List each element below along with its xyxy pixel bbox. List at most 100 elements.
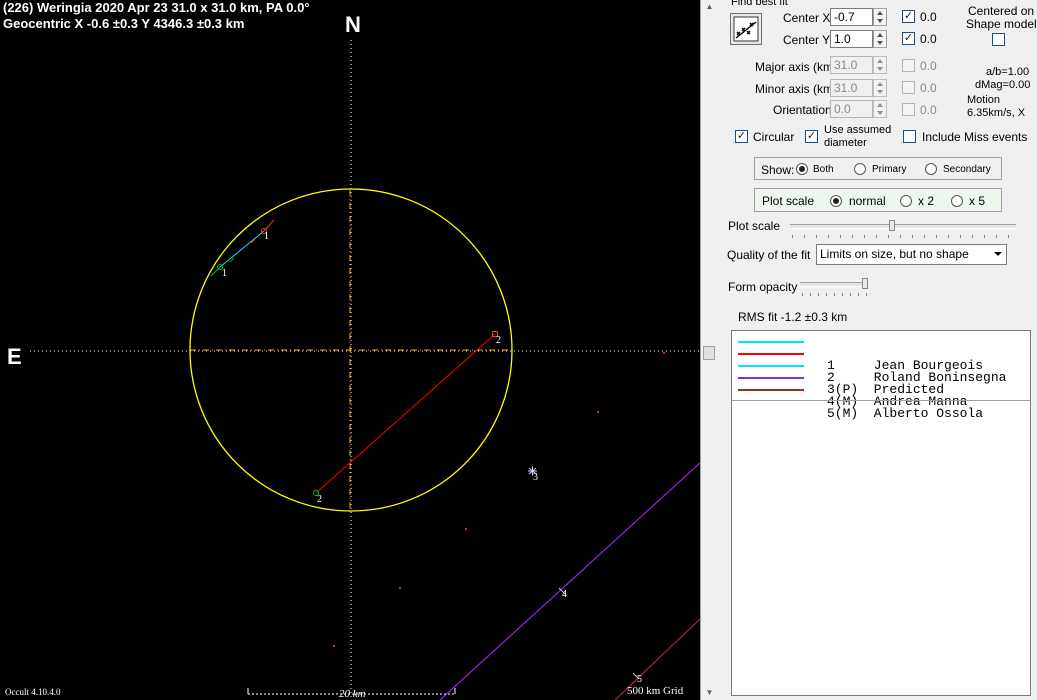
fit-icon	[733, 16, 759, 42]
minor-axis-input[interactable]: 31.0	[830, 79, 873, 97]
center-y-stepper[interactable]	[873, 30, 887, 48]
plot-title: (226) Weringia 2020 Apr 23 31.0 x 31.0 k…	[3, 0, 310, 15]
dmag-value: dMag=0.00	[975, 79, 1031, 91]
scale-label: 20 km	[339, 688, 366, 700]
vertical-scrollbar[interactable]: ▲ ▼	[700, 0, 719, 700]
orientation-stepper[interactable]	[873, 100, 887, 118]
legend-row-4: 4(M) Andrea Manna	[732, 372, 1028, 408]
centered-on-label: Centered on	[968, 4, 1035, 18]
plot-canvas	[30, 40, 700, 700]
plot-scale-slider-ticks	[792, 235, 1016, 238]
ab-ratio-value: a/b=1.00	[986, 66, 1030, 78]
plot-scale-x2-label: x 2	[918, 194, 935, 208]
center-y-result: 0.0	[920, 32, 937, 46]
plot-subtitle: Geocentric X -0.6 ±0.3 Y 4346.3 ±0.3 km	[3, 16, 245, 31]
find-best-fit-button[interactable]	[730, 13, 762, 45]
include-miss-label: Include Miss events	[922, 130, 1028, 144]
quality-label: Quality of the fit	[727, 248, 811, 262]
show-secondary-radio[interactable]	[925, 163, 937, 175]
show-label: Show:	[761, 163, 795, 177]
diameter-label: diameter	[824, 137, 867, 149]
scroll-thumb[interactable]	[703, 346, 715, 360]
legend-text-5: 5(M) Alberto Ossola	[827, 406, 984, 421]
plot-scale-slider-thumb[interactable]	[889, 220, 895, 231]
orientation-result: 0.0	[920, 103, 937, 117]
chord-4-line	[439, 462, 700, 700]
center-y-input[interactable]: 1.0	[830, 30, 873, 48]
scroll-down-icon[interactable]: ▼	[704, 688, 715, 698]
center-x-stepper[interactable]	[873, 8, 887, 26]
circular-label: Circular	[753, 130, 795, 144]
center-x-label: Center X	[783, 11, 831, 25]
form-opacity-slider[interactable]	[800, 282, 867, 287]
chord-label: 1	[264, 231, 269, 242]
major-axis-label: Major axis (km)	[755, 60, 838, 74]
orientation-input[interactable]: 0.0	[830, 100, 873, 118]
find-best-fit-label: Find best fit	[731, 0, 788, 8]
rms-fit-value: RMS fit -1.2 ±0.3 km	[738, 310, 848, 324]
legend-line-3	[738, 365, 804, 367]
legend-row-1: 1 Jean Bourgeois	[732, 336, 1028, 372]
show-both-label: Both	[813, 164, 834, 175]
chord-2-line	[315, 333, 496, 494]
major-axis-checkbox[interactable]	[902, 59, 915, 72]
legend-line-1	[738, 341, 804, 343]
center-x-result: 0.0	[920, 10, 937, 24]
chord-label: 1	[222, 268, 227, 279]
plot-scale-x5-radio[interactable]	[951, 195, 963, 207]
plot-scale-slider[interactable]	[790, 224, 1016, 229]
observer-legend: 1 Jean Bourgeois 2 Roland Boninsegna 3(P…	[731, 330, 1031, 696]
orientation-label: Orientation	[773, 103, 832, 117]
plot-scale-x2-radio[interactable]	[900, 195, 912, 207]
show-primary-label: Primary	[872, 164, 907, 175]
scroll-up-icon[interactable]: ▲	[704, 2, 715, 12]
use-assumed-diameter-checkbox[interactable]: ✓	[805, 130, 818, 143]
use-assumed-label: Use assumed	[824, 124, 892, 136]
chord-label: 2	[317, 494, 322, 505]
motion-value: 6.35km/s, X	[967, 107, 1026, 119]
chevron-down-icon	[994, 252, 1002, 256]
minor-axis-checkbox[interactable]	[902, 81, 915, 94]
quality-select[interactable]: Limits on size, but no shape	[816, 244, 1007, 265]
chord-label: 3	[533, 472, 538, 483]
show-primary-radio[interactable]	[854, 163, 866, 175]
legend-divider	[732, 400, 1030, 401]
show-both-radio[interactable]	[796, 163, 808, 175]
center-y-label: Center Y	[783, 33, 831, 47]
form-opacity-slider-thumb[interactable]	[862, 278, 868, 289]
grid-label: 500 km Grid	[627, 685, 684, 697]
occultation-plot[interactable]: (226) Weringia 2020 Apr 23 31.0 x 31.0 k…	[0, 0, 700, 700]
major-axis-input[interactable]: 31.0	[830, 56, 873, 74]
north-label: N	[345, 12, 361, 37]
center-y-checkbox[interactable]: ✓	[902, 32, 915, 45]
legend-line-2	[738, 353, 804, 355]
include-miss-events-checkbox[interactable]	[903, 130, 916, 143]
plot-scale-normal-label: normal	[849, 194, 886, 208]
major-axis-result: 0.0	[920, 59, 937, 73]
center-x-input[interactable]: -0.7	[830, 8, 873, 26]
motion-label: Motion	[967, 94, 1001, 106]
legend-row-3: 3(P) Predicted	[732, 360, 1028, 396]
plot-scale-x5-label: x 5	[969, 194, 986, 208]
plot-scale-slider-label: Plot scale	[728, 219, 781, 233]
major-axis-stepper[interactable]	[873, 56, 887, 74]
chord-1-line	[219, 230, 265, 268]
circular-checkbox[interactable]: ✓	[735, 130, 748, 143]
plot-scale-group-label: Plot scale	[762, 194, 815, 208]
plot-scale-normal-radio[interactable]	[830, 195, 842, 207]
minor-axis-stepper[interactable]	[873, 79, 887, 97]
centered-on-shape-checkbox[interactable]	[992, 33, 1005, 46]
chord-label: 4	[562, 589, 567, 600]
legend-line-5	[738, 389, 804, 391]
center-x-checkbox[interactable]: ✓	[902, 10, 915, 23]
form-opacity-slider-ticks	[802, 293, 868, 296]
fit-control-panel: Find best fit Center X -0.7 ✓ 0.0 Center…	[718, 0, 1037, 700]
show-secondary-label: Secondary	[943, 164, 991, 175]
orientation-checkbox[interactable]	[902, 103, 915, 116]
version-label: Occult 4.10.4.0	[5, 687, 61, 697]
chord-label: 2	[496, 335, 501, 346]
legend-row-5: 5(M) Alberto Ossola	[732, 384, 1028, 420]
legend-line-4	[738, 377, 804, 379]
shape-model-label: Shape model	[966, 17, 1037, 31]
chord-label: 5	[637, 674, 642, 685]
